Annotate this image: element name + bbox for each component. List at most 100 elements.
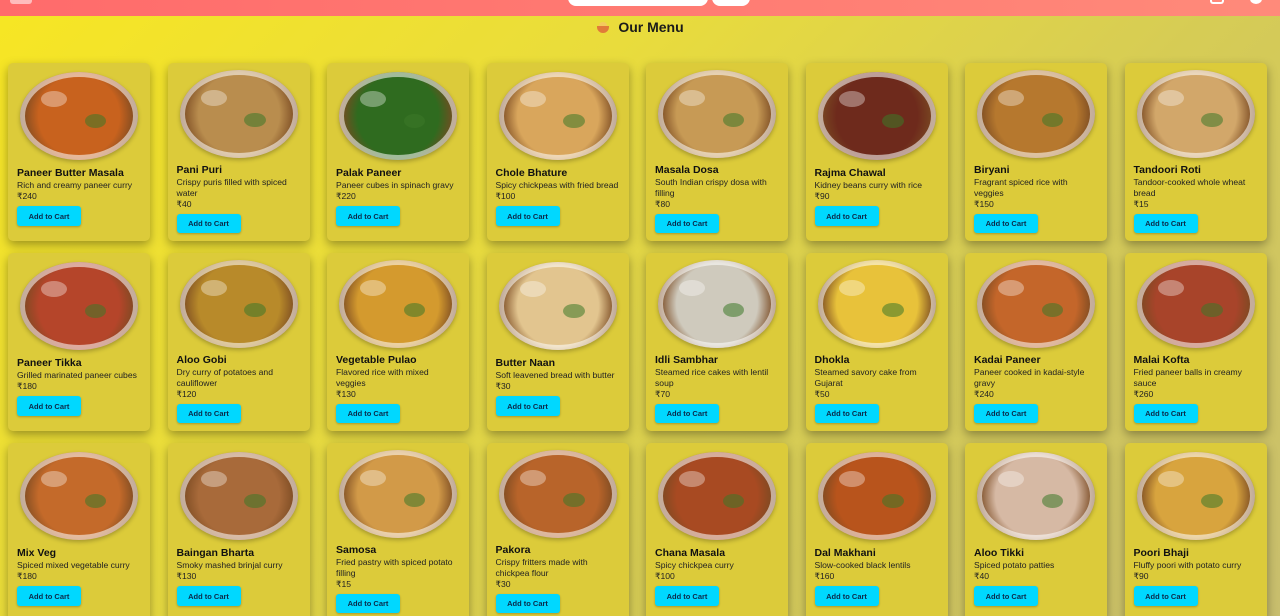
- add-to-cart-button[interactable]: Add to Cart: [1133, 586, 1198, 606]
- add-to-cart-button[interactable]: Add to Cart: [17, 206, 81, 226]
- food-bowl-icon: [596, 20, 610, 34]
- dish-description: Fried pastry with spiced potato filling: [336, 556, 453, 578]
- menu-card: Pani Puri Crispy puris filled with spiced…: [167, 63, 310, 241]
- dish-photo: [658, 260, 776, 349]
- search-input[interactable]: [568, 0, 708, 6]
- user-icon[interactable]: [1250, 0, 1262, 4]
- dish-description: Spicy chickpea curry: [655, 560, 734, 570]
- dish-image: [815, 260, 939, 349]
- add-to-cart-button[interactable]: Add to Cart: [336, 403, 400, 423]
- dish-photo: [20, 262, 138, 350]
- dish-photo: [1136, 70, 1255, 159]
- add-to-cart-button[interactable]: Add to Cart: [974, 586, 1038, 606]
- dish-price: ₹15: [1133, 198, 1149, 209]
- dish-name: Aloo Tikki: [974, 547, 1024, 559]
- add-to-cart-button[interactable]: Add to Cart: [495, 206, 560, 226]
- menu-card: Dhokla Steamed savory cake from Gujarat ₹5…: [805, 253, 948, 431]
- dish-name: Mix Veg: [17, 547, 57, 559]
- menu-card: Mix Veg Spiced mixed vegetable curry ₹180 A…: [8, 443, 150, 616]
- add-to-cart-button[interactable]: Add to Cart: [1133, 213, 1198, 233]
- dish-description: Kidney beans curry with rice: [814, 180, 922, 190]
- dish-price: ₹50: [814, 388, 830, 399]
- add-to-cart-button[interactable]: Add to Cart: [17, 396, 81, 416]
- dish-name: Dal Makhani: [814, 547, 876, 559]
- dish-description: Rich and creamy paneer curry: [17, 180, 133, 190]
- add-to-cart-button[interactable]: Add to Cart: [176, 213, 241, 233]
- dish-price: ₹130: [176, 571, 197, 581]
- dish-image: [1134, 450, 1258, 542]
- dish-description: Slow-cooked black lentils: [814, 560, 911, 570]
- menu-card: Baingan Bharta Smoky mashed brinjal curry…: [167, 443, 310, 616]
- dish-price: ₹220: [336, 191, 356, 201]
- add-to-cart-button[interactable]: Add to Cart: [495, 396, 560, 416]
- logo-icon[interactable]: [10, 0, 32, 4]
- menu-card: Idli Sambhar Steamed rice cakes with lent…: [646, 253, 788, 431]
- dish-price: ₹90: [1133, 571, 1149, 581]
- add-to-cart-button[interactable]: Add to Cart: [176, 586, 241, 606]
- cart-icon[interactable]: [1210, 0, 1224, 4]
- menu-card: Aloo Gobi Dry curry of potatoes and cauli…: [167, 253, 310, 431]
- dish-price: ₹160: [814, 571, 835, 581]
- menu-card: Biryani Fragrant spiced rice with veggies…: [965, 63, 1107, 241]
- dish-price: ₹40: [974, 571, 990, 581]
- search-button[interactable]: [712, 0, 750, 6]
- dish-description: Fragrant spiced rice with veggies: [974, 176, 1068, 198]
- dish-photo: [977, 70, 1095, 159]
- dish-photo: [498, 72, 617, 160]
- menu-card: Dal Makhani Slow-cooked black lentils ₹160…: [805, 443, 948, 616]
- dish-image: [496, 260, 620, 352]
- add-to-cart-button[interactable]: Add to Cart: [1133, 403, 1198, 423]
- dish-description: Spiced potato patties: [974, 560, 1055, 570]
- add-to-cart-button[interactable]: Add to Cart: [336, 206, 400, 226]
- add-to-cart-button[interactable]: Add to Cart: [814, 206, 879, 226]
- dish-photo: [817, 260, 936, 349]
- dish-description: Grilled marinated paneer cubes: [17, 370, 137, 380]
- menu-card: Butter Naan Soft leavened bread with butt…: [486, 253, 629, 431]
- dish-name: Paneer Butter Masala: [17, 167, 124, 179]
- dish-name: Chole Bhature: [495, 167, 568, 179]
- dish-description: Steamed savory cake from Gujarat: [814, 366, 917, 388]
- dish-image: [974, 260, 1098, 349]
- dish-description: Fluffy poori with potato curry: [1133, 560, 1242, 570]
- dish-price: ₹260: [1133, 388, 1154, 399]
- dish-photo: [179, 70, 298, 159]
- dish-name: Kadai Paneer: [974, 353, 1041, 366]
- dish-description: Soft leavened bread with butter: [495, 370, 615, 380]
- dish-image: [496, 450, 620, 539]
- dish-photo: [658, 70, 776, 159]
- dish-description: Tandoor-cooked whole wheat bread: [1133, 176, 1246, 198]
- dish-name: Pakora: [495, 543, 531, 556]
- dish-photo: [20, 452, 138, 540]
- add-to-cart-button[interactable]: Add to Cart: [814, 586, 879, 606]
- dish-price: ₹70: [655, 388, 671, 399]
- menu-card: Malai Kofta Fried paneer balls in creamy …: [1124, 253, 1267, 431]
- dish-image: [974, 450, 1098, 542]
- dish-price: ₹180: [17, 381, 37, 391]
- add-to-cart-button[interactable]: Add to Cart: [655, 213, 719, 233]
- dish-name: Tandoori Roti: [1133, 163, 1201, 176]
- add-to-cart-button[interactable]: Add to Cart: [814, 403, 879, 423]
- dish-image: [655, 260, 779, 349]
- add-to-cart-button[interactable]: Add to Cart: [655, 403, 719, 423]
- dish-price: ₹90: [814, 191, 830, 201]
- dish-photo: [179, 452, 298, 540]
- dish-photo: [1136, 260, 1255, 349]
- dish-name: Idli Sambhar: [655, 353, 719, 366]
- dish-price: ₹150: [974, 198, 994, 209]
- dish-image: [815, 70, 939, 162]
- dish-name: Paneer Tikka: [17, 357, 82, 369]
- menu-card: Masala Dosa South Indian crispy dosa with…: [646, 63, 788, 241]
- add-to-cart-button[interactable]: Add to Cart: [655, 586, 719, 606]
- add-to-cart-button[interactable]: Add to Cart: [176, 403, 241, 423]
- add-to-cart-button[interactable]: Add to Cart: [17, 586, 81, 606]
- add-to-cart-button[interactable]: Add to Cart: [974, 403, 1038, 423]
- dish-image: [177, 260, 301, 349]
- dish-name: Butter Naan: [495, 357, 556, 369]
- dish-image: [17, 450, 141, 542]
- add-to-cart-button[interactable]: Add to Cart: [336, 593, 400, 613]
- add-to-cart-button[interactable]: Add to Cart: [495, 593, 560, 613]
- dish-price: ₹100: [655, 571, 675, 581]
- add-to-cart-button[interactable]: Add to Cart: [974, 213, 1038, 233]
- menu-card: Aloo Tikki Spiced potato patties ₹40 Add to…: [965, 443, 1107, 616]
- dish-photo: [1136, 452, 1255, 540]
